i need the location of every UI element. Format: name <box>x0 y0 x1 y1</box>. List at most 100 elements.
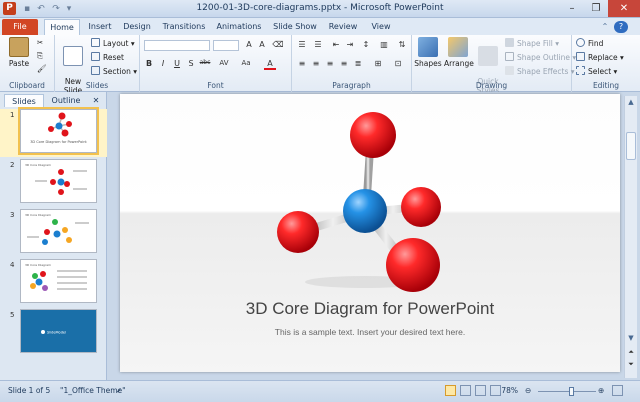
underline-button[interactable]: U <box>171 59 183 68</box>
reset-button[interactable]: Reset <box>91 52 124 62</box>
select-button[interactable]: Select ▾ <box>576 66 617 76</box>
align-right-icon[interactable]: ≡ <box>324 59 336 68</box>
font-size-combo[interactable] <box>213 40 239 51</box>
clear-formatting-icon[interactable]: ⌫ <box>272 40 284 49</box>
align-text-icon[interactable]: ⊞ <box>372 59 384 68</box>
shapes-label: Shapes <box>414 59 442 68</box>
tab-view[interactable]: View <box>366 19 396 35</box>
justify-icon[interactable]: ≡ <box>338 59 350 68</box>
layout-button[interactable]: Layout ▾ <box>91 38 135 48</box>
slide-subtitle[interactable]: This is a sample text. Insert your desir… <box>120 327 620 337</box>
thumbnail-preview: 3D Core Diagram <box>20 259 97 303</box>
shape-fill-button[interactable]: Shape Fill ▾ <box>505 38 559 48</box>
increase-indent-icon[interactable]: ⇥ <box>344 40 356 49</box>
shadow-button[interactable]: S <box>185 59 197 68</box>
zoom-level[interactable]: 78% <box>498 386 518 395</box>
thumbnail-preview: 3D Core Diagram for PowerPoint <box>18 107 99 155</box>
text-direction-icon[interactable]: ⇅ <box>396 40 408 49</box>
previous-slide-icon[interactable]: ⏶ <box>626 348 636 358</box>
normal-view-icon[interactable] <box>445 385 456 396</box>
shape-outline-button[interactable]: Shape Outline ▾ <box>505 52 576 62</box>
scroll-thumb[interactable] <box>626 132 636 160</box>
vertical-scrollbar[interactable]: ▲ ▼ ⏶ ⏷ <box>624 96 637 378</box>
shape-effects-button[interactable]: Shape Effects ▾ <box>505 66 575 76</box>
shape-effects-label: Shape Effects <box>517 67 569 76</box>
distribute-icon[interactable]: ≣ <box>352 59 364 68</box>
editing-label: Editing <box>592 81 620 90</box>
thumbnail-preview: 3D Core Diagram <box>20 159 97 203</box>
slide-title[interactable]: 3D Core Diagram for PowerPoint <box>120 299 620 319</box>
zoom-in-icon[interactable]: ⊕ <box>598 386 604 395</box>
shapes-icon <box>418 37 438 57</box>
spell-check-icon[interactable]: ✓ <box>116 386 122 395</box>
char-spacing-button[interactable]: AV <box>218 59 230 67</box>
font-name-combo[interactable] <box>144 40 210 51</box>
numbering-icon[interactable]: ☰ <box>312 40 324 49</box>
align-left-icon[interactable]: ≡ <box>296 59 308 68</box>
minimize-button[interactable]: – <box>560 0 584 17</box>
tab-insert[interactable]: Insert <box>84 19 116 35</box>
tab-slides[interactable]: Slides <box>4 94 44 107</box>
tab-review[interactable]: Review <box>326 19 360 35</box>
close-button[interactable]: ✕ <box>608 0 640 17</box>
decrease-indent-icon[interactable]: ⇤ <box>330 40 342 49</box>
reading-view-icon[interactable] <box>475 385 486 396</box>
arrange-label: Arrange <box>444 59 474 68</box>
slide-thumbnail-2[interactable]: 2 3D Core Diagram <box>0 159 107 207</box>
find-button[interactable]: Find <box>576 38 603 48</box>
tab-file[interactable]: File <box>2 19 38 35</box>
columns-icon[interactable]: ▥ <box>378 40 390 49</box>
tab-outline[interactable]: Outline <box>46 94 86 107</box>
status-bar: Slide 1 of 5 "1_Office Theme" ✓ 78% ⊖ ⊕ <box>0 380 640 402</box>
italic-button[interactable]: I <box>157 59 169 68</box>
thumbnail-molecule-icon: 3D Core Diagram for PowerPoint <box>30 112 87 144</box>
shapes-button[interactable]: Shapes <box>414 37 442 68</box>
cut-icon[interactable]: ✂ <box>37 38 43 47</box>
slide-thumbnail-4[interactable]: 4 3D Core Diagram <box>0 259 107 307</box>
tab-transitions[interactable]: Transitions <box>160 19 208 35</box>
tab-home[interactable]: Home <box>44 19 80 35</box>
group-editing: Find Replace ▾ Select ▾ Editing <box>572 35 640 92</box>
shape-outline-label: Shape Outline <box>517 53 571 62</box>
shrink-font-icon[interactable]: A <box>256 40 268 49</box>
slide-1[interactable]: 3D Core Diagram for PowerPoint This is a… <box>120 94 620 372</box>
clipboard-label: Clipboard <box>9 81 45 90</box>
help-icon[interactable]: ? <box>614 21 628 33</box>
slide-thumbnail-1[interactable]: 1 3D Core Diagram for PowerPoint <box>0 107 107 157</box>
zoom-out-icon[interactable]: ⊖ <box>525 386 531 395</box>
next-slide-icon[interactable]: ⏷ <box>626 360 636 370</box>
tab-animations[interactable]: Animations <box>214 19 264 35</box>
slide-sorter-icon[interactable] <box>460 385 471 396</box>
slide-thumbnail-5[interactable]: 5 SlideModel <box>0 309 107 357</box>
tab-slide-show[interactable]: Slide Show <box>272 19 318 35</box>
copy-icon[interactable]: ⎘ <box>37 51 43 61</box>
reset-icon <box>91 52 100 61</box>
core-diagram[interactable] <box>120 94 620 294</box>
restore-button[interactable]: ❐ <box>584 0 608 17</box>
strikethrough-button[interactable]: abc <box>199 59 211 66</box>
arrange-button[interactable]: Arrange <box>444 37 474 68</box>
font-color-button[interactable]: A <box>264 59 276 70</box>
tab-design[interactable]: Design <box>120 19 154 35</box>
change-case-button[interactable]: Aa <box>240 59 252 67</box>
zoom-slider[interactable] <box>538 387 596 396</box>
replace-button[interactable]: Replace ▾ <box>576 52 624 62</box>
paste-button[interactable]: Paste <box>6 37 32 68</box>
format-painter-icon[interactable]: 🖌 <box>37 64 47 73</box>
ribbon-minimize-icon[interactable]: ⌃ <box>598 19 612 35</box>
fit-to-window-icon[interactable] <box>612 385 623 396</box>
slide-thumbnail-3[interactable]: 3 3D Core Diagram <box>0 209 107 257</box>
bold-button[interactable]: B <box>143 59 155 68</box>
scroll-down-icon[interactable]: ▼ <box>626 334 636 344</box>
bullets-icon[interactable]: ☰ <box>296 40 308 49</box>
align-center-icon[interactable]: ≡ <box>310 59 322 68</box>
smartart-icon[interactable]: ⊡ <box>392 59 404 68</box>
line-spacing-icon[interactable]: ↕ <box>360 40 372 49</box>
scroll-up-icon[interactable]: ▲ <box>626 98 636 108</box>
grow-font-icon[interactable]: A <box>243 40 255 49</box>
close-pane-icon[interactable]: ✕ <box>90 94 102 107</box>
section-button[interactable]: Section ▾ <box>91 66 137 76</box>
paragraph-label: Paragraph <box>332 81 371 90</box>
zoom-slider-thumb[interactable] <box>568 387 574 396</box>
thumbnail-brand-icon: SlideModel <box>41 330 66 335</box>
